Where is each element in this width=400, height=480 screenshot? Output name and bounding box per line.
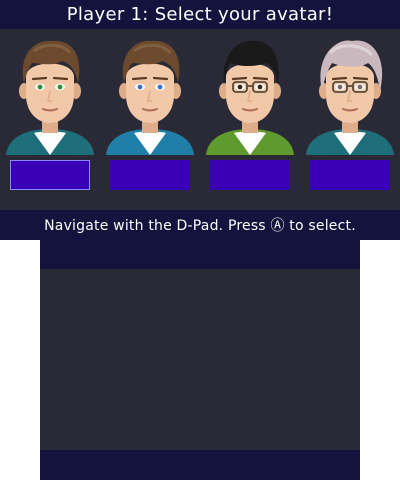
selection-slot-4[interactable]	[310, 160, 390, 190]
bottom-screen	[40, 240, 360, 480]
selection-slot-1[interactable]	[10, 160, 90, 190]
hint-bar: Navigate with the D-Pad. Press Ⓐ to sele…	[0, 210, 400, 240]
title-bar: Player 1: Select your avatar!	[0, 0, 400, 29]
top-screen: Player 1: Select your avatar! Navigate w…	[0, 0, 400, 240]
selection-slot-2[interactable]	[110, 160, 190, 190]
hint-text: Navigate with the D-Pad. Press Ⓐ to sele…	[44, 218, 356, 234]
avatar-brown-hair-green-eyes-icon	[6, 40, 94, 155]
page-title: Player 1: Select your avatar!	[66, 4, 334, 25]
avatar-row	[0, 33, 400, 155]
avatar-option-1[interactable]	[0, 33, 100, 155]
avatar-black-hair-glasses-icon	[206, 40, 294, 155]
avatar-option-2[interactable]	[100, 33, 200, 155]
avatar-brown-hair-blue-eyes-icon	[106, 40, 194, 155]
selection-slot-3[interactable]	[210, 160, 290, 190]
bottom-screen-top-bar	[40, 240, 360, 269]
bottom-screen-bottom-bar	[40, 450, 360, 480]
selection-slots	[0, 155, 400, 210]
avatar-grey-hair-glasses-icon	[306, 40, 394, 155]
avatar-option-3[interactable]	[200, 33, 300, 155]
avatar-option-4[interactable]	[300, 33, 400, 155]
